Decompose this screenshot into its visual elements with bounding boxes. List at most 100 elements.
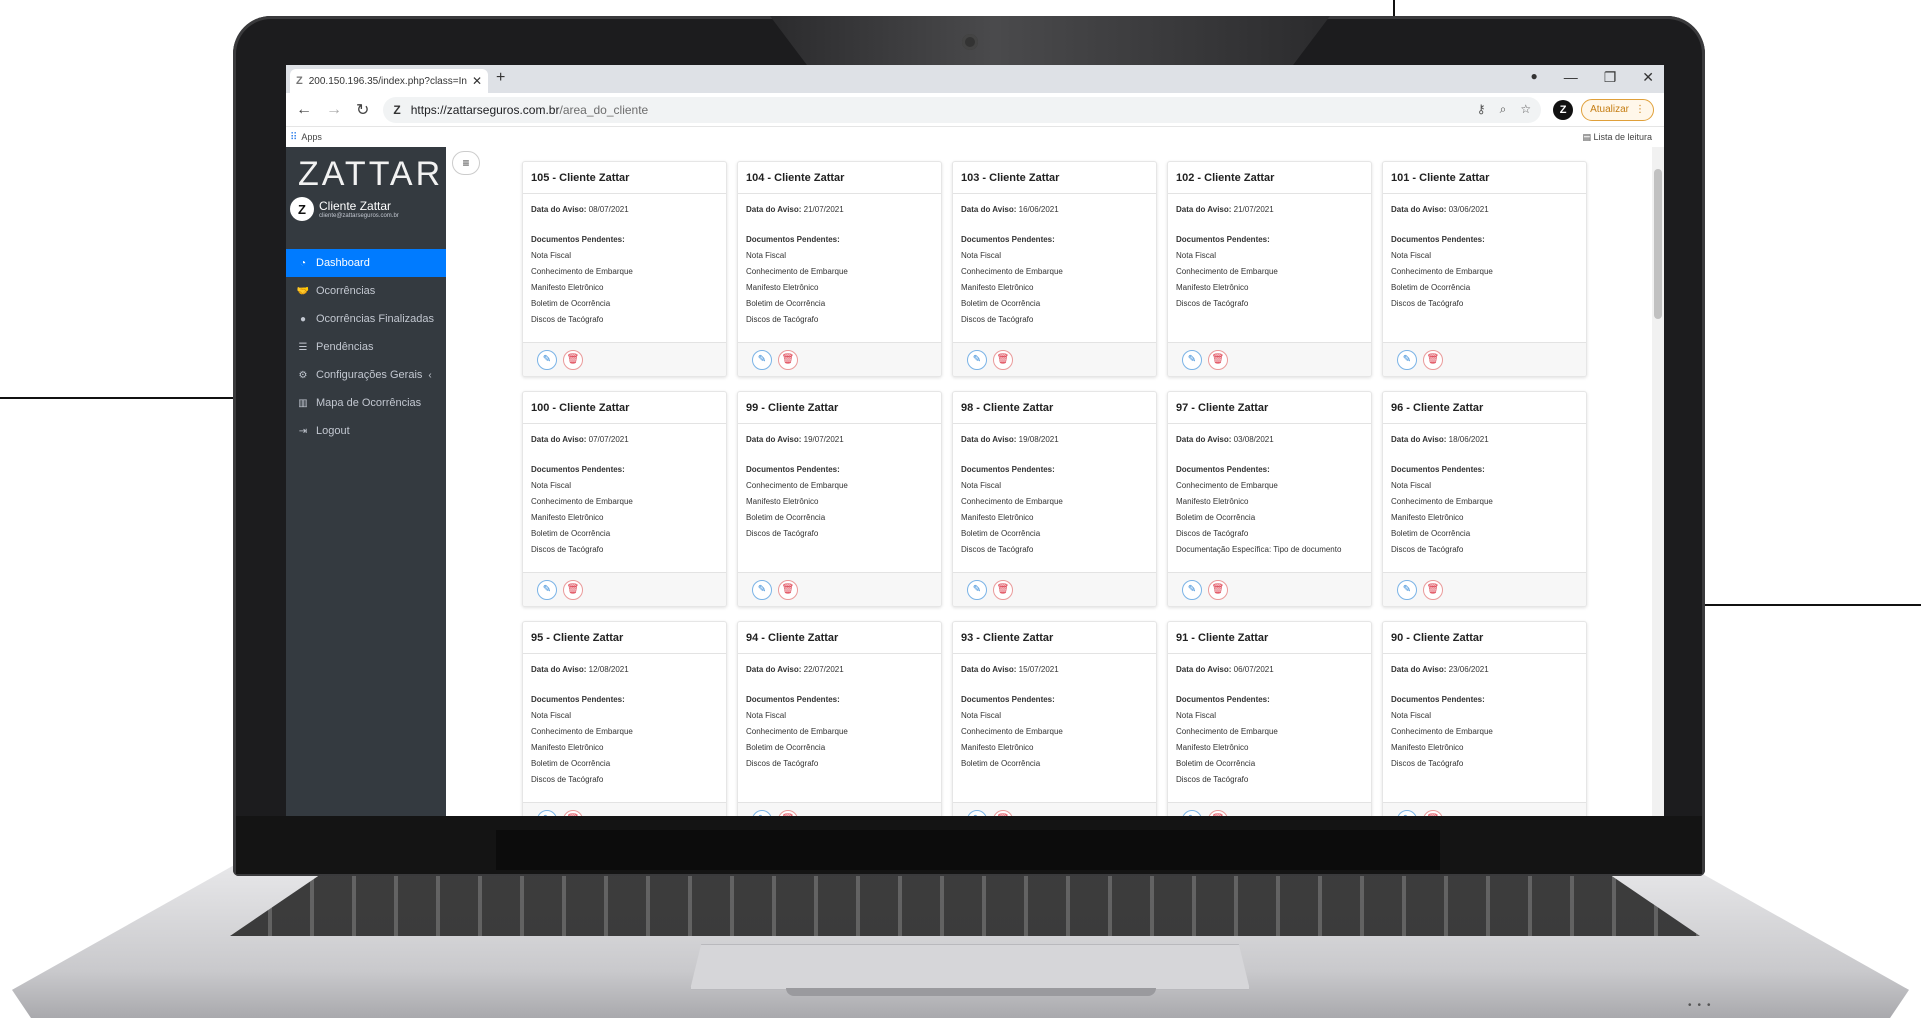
- doc-item: Manifesto Eletrônico: [1176, 283, 1249, 292]
- date-label: Data do Aviso:: [1176, 435, 1232, 444]
- map-icon: ▥: [298, 397, 308, 409]
- edit-button[interactable]: ✎: [537, 349, 557, 370]
- record-icon[interactable]: ●: [1530, 69, 1537, 86]
- date-row: Data do Aviso: 06/07/2021: [1176, 662, 1363, 678]
- close-window-icon[interactable]: ✕: [1642, 69, 1654, 86]
- brand-logo[interactable]: ZATTAR: [298, 155, 443, 194]
- edit-button[interactable]: ✎: [1397, 579, 1417, 600]
- doc-item: Nota Fiscal: [961, 251, 1002, 260]
- delete-button[interactable]: 🗑: [1423, 349, 1443, 370]
- reload-icon[interactable]: ↻: [356, 100, 369, 120]
- edit-button[interactable]: ✎: [537, 579, 557, 600]
- card-footer: ✎ 🗑: [1383, 802, 1586, 816]
- sidebar-item-configuracoes[interactable]: ⚙ Configurações Gerais ‹: [286, 361, 446, 389]
- card-footer: ✎ 🗑: [1383, 342, 1586, 376]
- edit-button[interactable]: ✎: [752, 809, 772, 816]
- sidebar-item-mapa[interactable]: ▥ Mapa de Ocorrências: [286, 389, 446, 417]
- edit-button[interactable]: ✎: [967, 349, 987, 370]
- maximize-icon[interactable]: ❐: [1604, 69, 1617, 86]
- delete-button[interactable]: 🗑: [993, 579, 1013, 600]
- edit-icon: ✎: [1187, 354, 1197, 365]
- occurrence-card: 99 - Cliente Zattar Data do Aviso: 19/07…: [737, 391, 942, 607]
- edit-button[interactable]: ✎: [1182, 809, 1202, 816]
- delete-button[interactable]: 🗑: [1208, 579, 1228, 600]
- connector-line-left: [0, 397, 236, 399]
- delete-button[interactable]: 🗑: [563, 809, 583, 816]
- menu-toggle-button[interactable]: ≡: [452, 151, 480, 175]
- occurrence-card: 104 - Cliente Zattar Data do Aviso: 21/0…: [737, 161, 942, 377]
- edit-button[interactable]: ✎: [537, 809, 557, 816]
- delete-button[interactable]: 🗑: [1423, 579, 1443, 600]
- zoom-icon[interactable]: ⌕: [1500, 102, 1507, 117]
- new-tab-button[interactable]: +: [496, 69, 505, 87]
- docs-list: Nota Fiscal Conhecimento de Embarque Manif…: [746, 248, 933, 328]
- docs-list: Nota Fiscal Conhecimento de Embarque Manif…: [531, 708, 718, 788]
- date-value: 12/08/2021: [588, 665, 629, 674]
- edit-button[interactable]: ✎: [1182, 349, 1202, 370]
- card-body: Data do Aviso: 21/07/2021 Documentos Pen…: [1168, 194, 1371, 312]
- edit-button[interactable]: ✎: [752, 349, 772, 370]
- docs-label: Documentos Pendentes:: [1391, 695, 1485, 704]
- sidebar-item-logout[interactable]: ⇥ Logout: [286, 417, 446, 445]
- key-icon[interactable]: ⚷: [1477, 102, 1486, 117]
- date-label: Data do Aviso:: [531, 665, 587, 674]
- doc-item: Boletim de Ocorrência: [746, 513, 826, 522]
- edit-button[interactable]: ✎: [1397, 809, 1417, 816]
- url-input[interactable]: Z https://zattarseguros.com.br/area_do_c…: [383, 96, 1542, 123]
- delete-button[interactable]: 🗑: [563, 579, 583, 600]
- edit-button[interactable]: ✎: [752, 579, 772, 600]
- card-title: 103 - Cliente Zattar: [953, 162, 1156, 194]
- edit-button[interactable]: ✎: [1182, 579, 1202, 600]
- back-icon[interactable]: ←: [296, 101, 312, 119]
- delete-button[interactable]: 🗑: [1208, 349, 1228, 370]
- delete-button[interactable]: 🗑: [1208, 809, 1228, 816]
- doc-item: Boletim de Ocorrência: [1391, 283, 1471, 292]
- update-button[interactable]: Atualizar ⋮: [1581, 98, 1654, 121]
- close-tab-icon[interactable]: ✕: [472, 74, 482, 88]
- docs-label: Documentos Pendentes:: [746, 465, 840, 474]
- user-name: Cliente Zattar: [319, 199, 392, 213]
- user-avatar: Z: [290, 197, 314, 221]
- scrollbar-thumb[interactable]: [1654, 169, 1662, 319]
- date-label: Data do Aviso:: [531, 435, 587, 444]
- edit-icon: ✎: [972, 354, 982, 365]
- trash-icon: 🗑: [997, 814, 1010, 816]
- edit-button[interactable]: ✎: [967, 809, 987, 816]
- edit-button[interactable]: ✎: [1397, 349, 1417, 370]
- edit-button[interactable]: ✎: [967, 579, 987, 600]
- minimize-icon[interactable]: —: [1564, 69, 1578, 86]
- delete-button[interactable]: 🗑: [778, 579, 798, 600]
- chevron-left-icon: ‹: [428, 369, 432, 381]
- scrollbar[interactable]: [1652, 147, 1664, 816]
- date-value: 07/07/2021: [588, 435, 629, 444]
- delete-button[interactable]: 🗑: [993, 809, 1013, 816]
- sidebar-item-ocorrencias[interactable]: 🤝 Ocorrências: [286, 277, 446, 305]
- stage: ••• Z 200.150.196.35/index.php?class=In …: [0, 0, 1921, 1018]
- profile-avatar[interactable]: Z: [1553, 99, 1574, 120]
- sidebar-item-dashboard[interactable]: ◔ Dashboard: [286, 249, 446, 277]
- apps-bookmark[interactable]: Apps: [301, 132, 322, 142]
- docs-list: Nota Fiscal Conhecimento de Embarque Manif…: [1176, 248, 1363, 312]
- forward-icon[interactable]: →: [326, 101, 342, 119]
- trash-icon: 🗑: [1426, 354, 1440, 365]
- delete-button[interactable]: 🗑: [778, 809, 798, 816]
- doc-item: Nota Fiscal: [1391, 251, 1432, 260]
- reading-list-button[interactable]: ▤ Lista de leitura: [1582, 132, 1652, 143]
- date-row: Data do Aviso: 07/07/2021: [531, 432, 718, 448]
- docs-list: Nota Fiscal Conhecimento de Embarque Bolet…: [746, 708, 933, 772]
- delete-button[interactable]: 🗑: [563, 349, 583, 370]
- tab-favicon-icon: Z: [296, 75, 303, 87]
- sidebar-item-pendencias[interactable]: ☰ Pendências: [286, 333, 446, 361]
- sidebar-item-ocorrencias-finalizadas[interactable]: ● Ocorrências Finalizadas: [286, 305, 446, 333]
- app: ZATTAR Z Cliente Zattar cliente@zattarse…: [286, 147, 1664, 816]
- date-value: 03/08/2021: [1233, 435, 1274, 444]
- delete-button[interactable]: 🗑: [1423, 809, 1443, 816]
- star-icon[interactable]: ☆: [1520, 102, 1531, 117]
- docs-list: Nota Fiscal Conhecimento de Embarque Manif…: [1391, 478, 1578, 558]
- date-value: 23/06/2021: [1448, 665, 1489, 674]
- delete-button[interactable]: 🗑: [993, 349, 1013, 370]
- browser-tab[interactable]: Z 200.150.196.35/index.php?class=In ✕: [290, 69, 488, 93]
- delete-button[interactable]: 🗑: [778, 349, 798, 370]
- card-body: Data do Aviso: 06/07/2021 Documentos Pen…: [1168, 654, 1371, 788]
- doc-item: Manifesto Eletrônico: [1391, 513, 1464, 522]
